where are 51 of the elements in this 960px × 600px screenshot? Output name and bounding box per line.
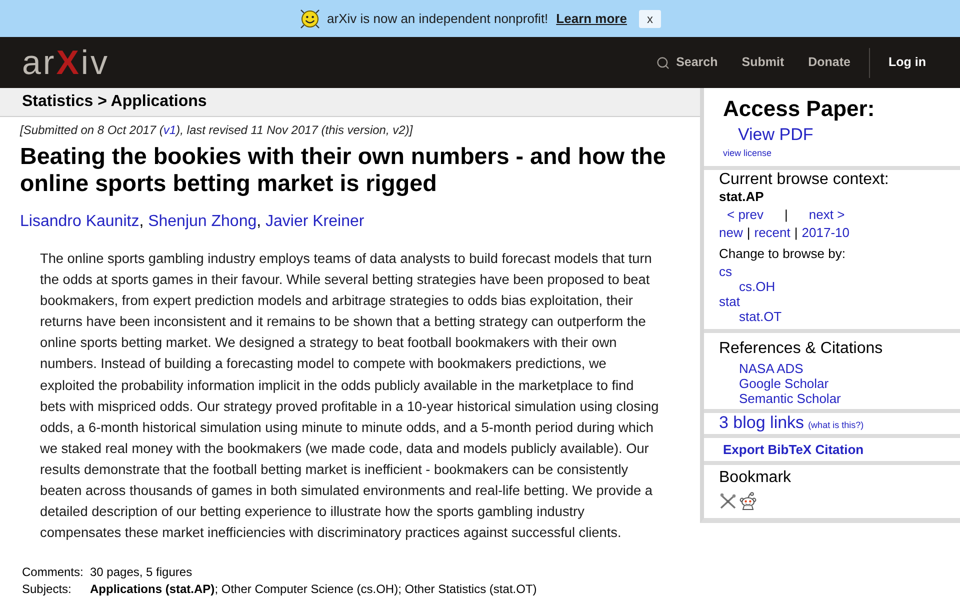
breadcrumb-text[interactable]: Statistics > Applications: [22, 90, 207, 114]
references-heading: References & Citations: [719, 340, 883, 358]
blog-links-link[interactable]: 3 blog links: [719, 413, 804, 433]
prev-link[interactable]: < prev: [727, 207, 764, 222]
reference-link[interactable]: Google Scholar: [739, 376, 829, 391]
alien-head-icon[interactable]: [739, 492, 757, 510]
author-list: Lisandro Kaunitz, Shenjun Zhong, Javier Kreiner: [20, 213, 700, 231]
nav-link[interactable]: Donate: [808, 53, 850, 72]
crossed-tools-icon[interactable]: [719, 492, 737, 510]
learn-more-link[interactable]: Learn more: [556, 8, 627, 28]
subcategory-link[interactable]: cs.OH: [739, 279, 776, 294]
banner-message: arXiv is now an independent nonprofit!: [327, 10, 548, 28]
smiley-face-icon: [299, 8, 322, 30]
category-link[interactable]: stat: [719, 294, 740, 309]
view-pdf-link[interactable]: View PDF: [738, 125, 814, 145]
close-button[interactable]: x: [638, 10, 661, 28]
reference-link[interactable]: NASA ADS: [739, 361, 804, 376]
list-link[interactable]: 2017-10: [802, 225, 850, 240]
pipe-separator: |: [746, 225, 750, 240]
abstract-text: The online sports gambling industry employs teams of data analysts to build forecast models that turn the odds at sports games in their favour. While several betting strategies have been proposed to beat bookmakers, from expert prediction models and arbitrage strategies to odds bias exploitation, their returns have been inconsistent and it remains to be shown that a betting strategy can outperform the online sports betting market. We designed a strategy to beat football bookmakers with their own numbers. Instead of building a forecasting model to compete with bookmakers predictions, we exploited the probability information implicit in the odds publicly available in the marketplace to find bets with mispriced odds. Our strategy proved profitable in a 10-year historical simulation using closing odds, a 6-month historical simulation using minute to minute odds, and a 5-month period during which we staked real money with the bookmakers (we made code, data and models publicly available). Our results demonstrate that the football betting market is inefficient - bookmakers can be consistently beaten across thousands of games in both simulated environments and real-life betting. We provide a detailed description of our betting experience to illustrate how the sports gambling industry compensates these market inefficiencies with discriminatory practices against successful clients.: [40, 250, 660, 542]
browse-context-heading: Current browse context:: [719, 171, 889, 189]
search-icon: [656, 56, 670, 70]
browse-context-value: stat.AP: [719, 189, 764, 204]
what-is-this-link[interactable]: (what is this?): [808, 420, 864, 431]
metadata-value: 30 pages, 5 figures: [90, 565, 192, 580]
nav-link[interactable]: Submit: [742, 53, 784, 72]
version-link[interactable]: v1: [163, 123, 176, 137]
author-link[interactable]: Lisandro Kaunitz: [20, 213, 140, 230]
export-bibtex-link[interactable]: Export BibTeX Citation: [723, 442, 864, 457]
next-link[interactable]: next >: [808, 207, 845, 222]
author-link[interactable]: Javier Kreiner: [266, 213, 364, 230]
pipe-separator: |: [794, 225, 798, 240]
pipe-separator: |: [784, 207, 788, 222]
login-link[interactable]: Log in: [888, 53, 926, 72]
metadata-value: Applications (stat.AP); Other Computer Science (cs.OH); Other Statistics (stat.OT): [90, 582, 537, 596]
search-link[interactable]: Search: [656, 53, 718, 72]
list-link[interactable]: recent: [754, 225, 790, 240]
bookmark-heading: Bookmark: [719, 469, 792, 487]
reference-link[interactable]: Semantic Scholar: [739, 391, 841, 406]
access-paper-heading: Access Paper:: [723, 96, 875, 122]
metadata-label: Comments:: [22, 565, 84, 580]
subcategory-link[interactable]: stat.OT: [739, 309, 782, 324]
view-license-link[interactable]: view license: [723, 148, 772, 159]
author-link[interactable]: Shenjun Zhong: [148, 213, 257, 230]
category-link[interactable]: cs: [719, 264, 732, 279]
site-logo[interactable]: arXiv: [22, 46, 110, 80]
paper-title: Beating the bookies with their own numbers - and how the online sports betting market is rigged: [20, 143, 667, 197]
change-browse-label: Change to browse by:: [719, 246, 846, 261]
metadata-label: Subjects:: [22, 582, 72, 596]
submission-date: [Submitted on 8 Oct 2017 (v1), last revised 11 Nov 2017 (this version, v2)]: [20, 123, 414, 137]
list-link[interactable]: new: [719, 225, 743, 240]
